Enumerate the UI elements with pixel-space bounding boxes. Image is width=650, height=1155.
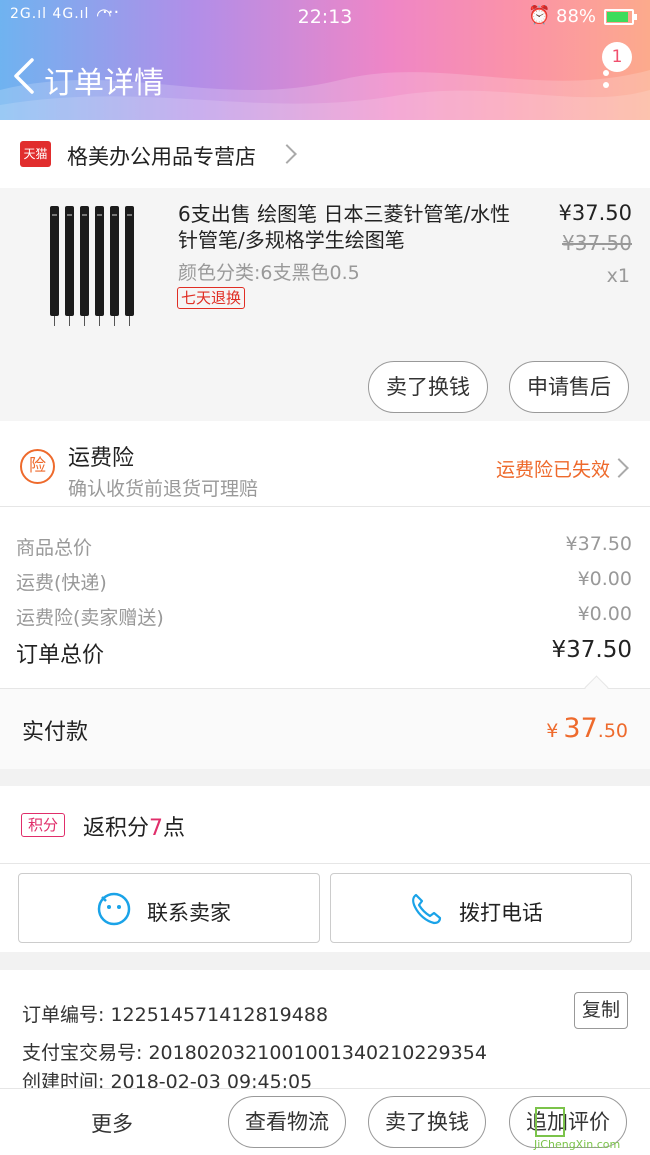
shipping-insurance-fee-value: ¥0.00 bbox=[577, 603, 632, 625]
view-logistics-button[interactable]: 查看物流 bbox=[228, 1096, 346, 1148]
product-image[interactable] bbox=[48, 200, 136, 330]
alarm-icon: ⏰ bbox=[528, 5, 551, 26]
product-title[interactable]: 6支出售 绘图笔 日本三菱针管笔/水性针管笔/多规格学生绘图笔 bbox=[178, 201, 518, 253]
sell-for-cash-bottom-button[interactable]: 卖了换钱 bbox=[368, 1096, 486, 1148]
copy-button[interactable]: 复制 bbox=[574, 992, 628, 1029]
created-time: 创建时间: 2018-02-03 09:45:05 bbox=[22, 1071, 313, 1088]
call-phone-button[interactable]: 拨打电话 bbox=[330, 873, 632, 943]
alipay-trade-number: 支付宝交易号: 2018020321001001340210229354 bbox=[22, 1042, 487, 1064]
product-original-price: ¥37.50 bbox=[562, 231, 632, 255]
status-bar: 2G.ıl 4G.ıl ◠ ··· 22:13 ⏰ 88% bbox=[0, 0, 650, 34]
status-time: 22:13 bbox=[297, 6, 353, 28]
contact-seller-button[interactable]: 联系卖家 bbox=[18, 873, 320, 943]
product-quantity: x1 bbox=[606, 265, 630, 287]
chat-bubble-icon bbox=[97, 892, 131, 926]
store-name[interactable]: 格美办公用品专营店 bbox=[67, 141, 256, 171]
shipping-fee-label: 运费(快递) bbox=[16, 572, 107, 594]
shipping-insurance-fee-label: 运费险(卖家赠送) bbox=[16, 607, 164, 629]
watermark-logo-icon bbox=[535, 1107, 565, 1137]
insurance-subtitle: 确认收货前退货可理赔 bbox=[68, 478, 259, 500]
seven-day-return-tag: 七天退换 bbox=[177, 287, 246, 309]
page-title: 订单详情 bbox=[44, 66, 164, 101]
product-price: ¥37.50 bbox=[558, 201, 632, 225]
sell-for-cash-button[interactable]: 卖了换钱 bbox=[368, 361, 488, 413]
phone-icon bbox=[412, 893, 442, 925]
goods-total-label: 商品总价 bbox=[16, 537, 93, 559]
order-total-value: ¥37.50 bbox=[551, 637, 632, 663]
insurance-icon: 险 bbox=[20, 449, 55, 484]
message-badge[interactable]: 1 bbox=[602, 42, 632, 72]
points-label: 返积分7点 bbox=[83, 816, 186, 841]
product-sku: 颜色分类:6支黑色0.5 bbox=[178, 262, 360, 284]
battery-icon bbox=[604, 9, 637, 25]
order-number[interactable]: 订单编号: 122514571412819488 bbox=[22, 1000, 328, 1027]
tmall-logo-icon: 天猫 bbox=[20, 141, 51, 167]
header: 2G.ıl 4G.ıl ◠ ··· 22:13 ⏰ 88% 订单详情 1 bbox=[0, 0, 650, 120]
insurance-status[interactable]: 运费险已失效 bbox=[496, 455, 610, 482]
points-tag: 积分 bbox=[21, 813, 65, 837]
insurance-title: 运费险 bbox=[68, 446, 135, 471]
call-phone-label: 拨打电话 bbox=[459, 901, 543, 925]
request-aftersale-button[interactable]: 申请售后 bbox=[509, 361, 629, 413]
paid-amount: ¥ 37.50 bbox=[546, 713, 628, 744]
product-card[interactable]: 6支出售 绘图笔 日本三菱针管笔/水性针管笔/多规格学生绘图笔 颜色分类:6支黑… bbox=[0, 188, 650, 421]
order-total-label: 订单总价 bbox=[16, 643, 105, 668]
battery-percent: 88% bbox=[556, 6, 597, 27]
paid-label: 实付款 bbox=[22, 720, 89, 745]
goods-total-value: ¥37.50 bbox=[565, 533, 632, 555]
back-arrow-icon[interactable] bbox=[12, 56, 36, 96]
shipping-fee-value: ¥0.00 bbox=[577, 568, 632, 590]
more-button[interactable]: 更多 bbox=[91, 1108, 133, 1138]
contact-seller-label: 联系卖家 bbox=[147, 901, 231, 925]
watermark: JiChengXin.com bbox=[528, 1105, 650, 1155]
